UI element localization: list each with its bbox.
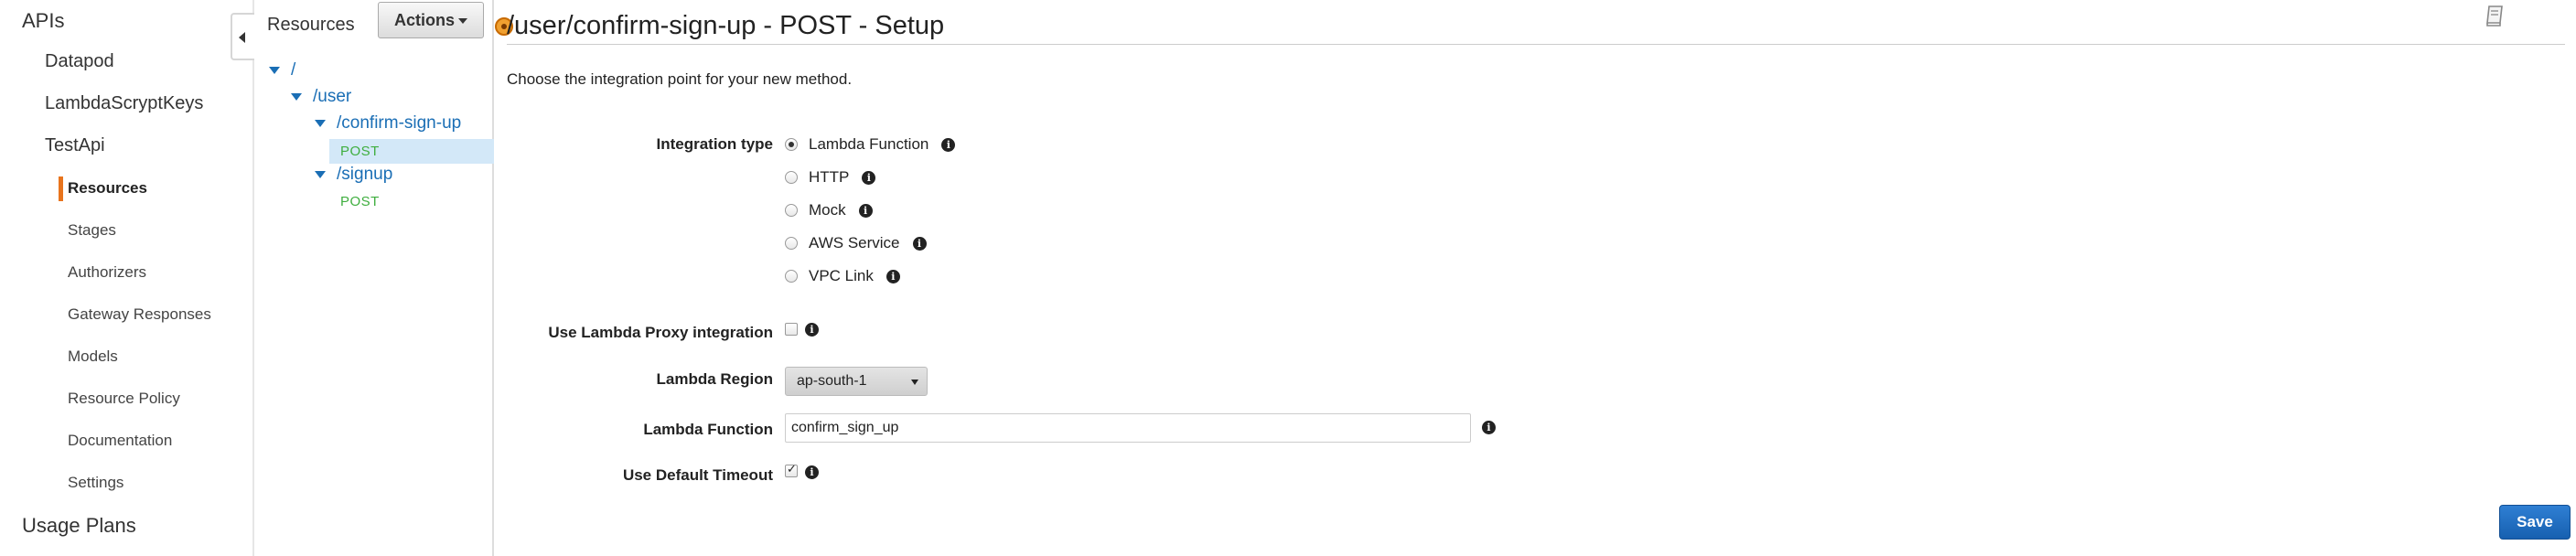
nav-usage-plans[interactable]: Usage Plans <box>22 514 136 538</box>
radio-mock[interactable] <box>785 204 798 217</box>
caret-down-icon <box>458 18 467 24</box>
method-setup-panel: /user/confirm-sign-up - POST - Setup Cho… <box>494 0 2576 556</box>
tree-node-label[interactable]: /user <box>313 87 351 107</box>
radio-label-http[interactable]: HTTP <box>809 168 849 187</box>
default-timeout-checkbox[interactable] <box>785 463 798 477</box>
page-title: /user/confirm-sign-up - POST - Setup <box>507 11 945 40</box>
radio-http-row[interactable]: HTTP i <box>785 168 876 187</box>
resources-panel-title: Resources <box>267 15 355 35</box>
radio-vpc-link-row[interactable]: VPC Link i <box>785 267 900 285</box>
nav-settings[interactable]: Settings <box>68 474 123 492</box>
tree-node-label[interactable]: / <box>291 60 295 80</box>
radio-label-mock[interactable]: Mock <box>809 201 846 219</box>
info-icon[interactable]: i <box>1482 421 1496 434</box>
save-button[interactable]: Save <box>2499 505 2571 540</box>
nav-api-testapi[interactable]: TestApi <box>45 135 105 156</box>
expand-triangle-icon[interactable] <box>315 120 326 127</box>
collapse-nav-button[interactable] <box>231 13 254 60</box>
radio-label-aws-service[interactable]: AWS Service <box>809 234 900 252</box>
nav-documentation[interactable]: Documentation <box>68 432 172 450</box>
nav-resource-policy[interactable]: Resource Policy <box>68 390 180 408</box>
proxy-integration-checkbox[interactable] <box>785 323 798 336</box>
book-icon[interactable] <box>2485 4 2505 27</box>
active-indicator <box>59 176 63 201</box>
caret-down-icon <box>911 380 918 385</box>
nav-authorizers[interactable]: Authorizers <box>68 263 146 282</box>
lambda-function-label: Lambda Function <box>643 421 773 438</box>
intro-text: Choose the integration point for your ne… <box>507 70 853 88</box>
lambda-function-input[interactable] <box>785 413 1471 443</box>
info-icon[interactable]: i <box>941 137 956 152</box>
radio-lambda-function-row[interactable]: Lambda Function i <box>785 135 956 154</box>
radio-vpc-link[interactable] <box>785 270 798 283</box>
nav-api-datapod[interactable]: Datapod <box>45 51 114 72</box>
resources-tree-panel: Resources Actions / /user /confirm-sign-… <box>256 0 494 556</box>
radio-lambda-function[interactable] <box>785 138 798 151</box>
tree-method-post-signup[interactable]: POST <box>340 194 380 209</box>
tree-node-user[interactable]: /user <box>291 87 351 107</box>
expand-triangle-icon[interactable] <box>291 93 302 101</box>
nav-stages[interactable]: Stages <box>68 221 116 240</box>
lambda-region-value: ap-south-1 <box>797 373 867 389</box>
lambda-region-label: Lambda Region <box>656 370 773 388</box>
radio-aws-service-row[interactable]: AWS Service i <box>785 234 927 252</box>
radio-aws-service[interactable] <box>785 237 798 250</box>
radio-http[interactable] <box>785 171 798 184</box>
info-icon[interactable]: i <box>912 236 927 251</box>
info-icon[interactable]: i <box>858 203 873 218</box>
tree-node-confirm-sign-up[interactable]: /confirm-sign-up <box>315 113 461 134</box>
actions-button[interactable]: Actions <box>378 2 484 38</box>
info-icon[interactable]: i <box>805 465 819 479</box>
info-icon[interactable]: i <box>886 269 900 283</box>
radio-label-vpc-link[interactable]: VPC Link <box>809 267 874 285</box>
title-divider <box>507 44 2565 45</box>
left-navigation: APIs Datapod LambdaScryptKeys TestApi Re… <box>0 0 254 556</box>
lambda-region-select[interactable]: ap-south-1 <box>785 367 928 396</box>
tree-node-label[interactable]: /signup <box>337 165 392 185</box>
info-icon[interactable]: i <box>862 170 876 185</box>
radio-label-lambda[interactable]: Lambda Function <box>809 135 928 154</box>
expand-triangle-icon[interactable] <box>315 171 326 178</box>
chevron-left-icon <box>239 32 245 43</box>
integration-type-label: Integration type <box>656 135 773 153</box>
tree-node-signup[interactable]: /signup <box>315 165 392 185</box>
nav-models[interactable]: Models <box>68 348 118 366</box>
nav-api-lambdascryptkeys[interactable]: LambdaScryptKeys <box>45 93 203 114</box>
radio-mock-row[interactable]: Mock i <box>785 201 873 219</box>
info-icon[interactable]: i <box>805 323 819 337</box>
nav-gateway-responses[interactable]: Gateway Responses <box>68 305 211 324</box>
default-timeout-label: Use Default Timeout <box>622 466 773 484</box>
tree-node-root[interactable]: / <box>269 60 295 80</box>
actions-button-label: Actions <box>393 10 455 29</box>
proxy-integration-label: Use Lambda Proxy integration <box>548 324 773 341</box>
nav-resources[interactable]: Resources <box>68 179 147 198</box>
tree-method-post-confirm[interactable]: POST <box>340 144 380 159</box>
tree-node-label[interactable]: /confirm-sign-up <box>337 113 461 134</box>
nav-apis[interactable]: APIs <box>22 9 64 33</box>
expand-triangle-icon[interactable] <box>269 67 280 74</box>
